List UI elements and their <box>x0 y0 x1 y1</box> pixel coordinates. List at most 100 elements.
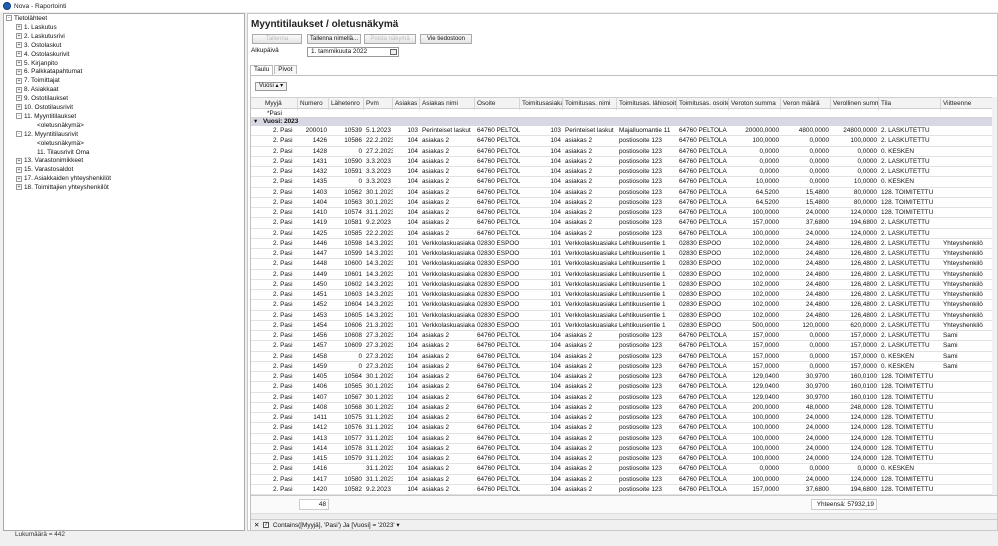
tree-item[interactable]: +5. Kirjanpito <box>16 60 58 69</box>
table-row[interactable]: 2. Pasi 1435 0 3.3.2023 104 asiakas 2 64760 PE… <box>251 177 997 188</box>
filter-dropdown-icon[interactable]: ▾ <box>396 522 399 529</box>
table-row[interactable]: 2. Pasi 1456 10608 27.3.2023 104 asiakas 2 647… <box>251 331 997 342</box>
table-row[interactable]: 2. Pasi 1412 10576 31.1.2023 104 asiakas 2 647… <box>251 423 997 434</box>
table-row[interactable]: 2. Pasi 1453 10605 14.3.2023 101 Verkkolaskua… <box>251 311 997 321</box>
table-row[interactable]: 2. Pasi 1451 10603 14.3.2023 101 Verkkolaskua… <box>251 290 997 301</box>
tree-item[interactable]: +1. Laskutus <box>16 24 57 33</box>
tree-item[interactable]: +17. Asiakkaiden yhteyshenkilöt <box>16 175 111 184</box>
filter-enabled-checkbox[interactable]: ✓ <box>263 522 270 529</box>
collapse-icon[interactable]: - <box>16 131 22 137</box>
collapse-icon[interactable]: - <box>16 113 22 120</box>
export-button[interactable]: Vie tiedostoon <box>420 34 472 44</box>
table-row[interactable]: 2. Pasi 1410 10574 31.1.2023 104 asiakas 2 647… <box>251 208 997 219</box>
table-cell: 0,0000 <box>759 147 779 155</box>
table-row[interactable]: 2. Pasi 1447 10599 14.3.2023 101 Verkkolaskua… <box>251 249 997 260</box>
table-row[interactable]: 2. Pasi 1416 31.1.2023 104 asiakas 2 64760 PE… <box>251 464 997 475</box>
tree-item[interactable]: +13. Varastonimikkeet <box>16 157 83 166</box>
table-row[interactable]: 2. Pasi 1419 10581 9.2.2023 104 asiakas 2 6476… <box>251 218 997 229</box>
tree-item[interactable]: +2. Laskutusrivi <box>16 33 65 42</box>
tree-item[interactable]: +10. Ostotilausrivit <box>16 104 73 113</box>
table-row[interactable]: 2. Pasi 1425 10585 22.2.2023 104 asiakas 2 647… <box>251 229 997 239</box>
collapse-icon[interactable]: - <box>6 15 12 22</box>
data-grid[interactable]: Vuosi ▴ ▾ Myyjä Numero Lähetenro Pvm Asiakas… <box>250 75 997 530</box>
table-row[interactable]: 2. Pasi 1457 10609 27.3.2023 104 asiakas 2 647… <box>251 341 997 352</box>
table-row[interactable]: 2. Pasi 1408 10568 30.1.2023 104 asiakas 2 647… <box>251 403 997 413</box>
tree-item[interactable]: +8. Asiakkaat <box>16 86 58 95</box>
clear-filter-icon[interactable]: ✕ <box>254 522 259 529</box>
tree-item-label: 11. Myyntitilaukset <box>24 112 77 120</box>
expand-group-icon[interactable]: ▾ <box>251 118 257 125</box>
tree-item[interactable]: +3. Ostolaskut <box>16 42 61 51</box>
expand-icon[interactable]: + <box>16 175 22 182</box>
expand-icon[interactable]: + <box>16 59 22 66</box>
table-row[interactable]: 2. Pasi 1414 10578 31.1.2023 104 asiakas 2 647… <box>251 444 997 454</box>
tree-item[interactable]: +6. Palkkatapahtumat <box>16 68 82 77</box>
tree-item[interactable]: -11. Myyntitilaukset <box>16 113 76 122</box>
group-by-vuosi[interactable]: Vuosi ▴ ▾ <box>255 82 288 91</box>
expand-icon[interactable]: + <box>16 86 22 93</box>
table-row[interactable]: 2. Pasi 1411 10575 31.1.2023 104 asiakas 2 647… <box>251 413 997 424</box>
table-row[interactable]: 2. Pasi 1458 0 27.3.2023 104 asiakas 2 64760 P… <box>251 352 997 362</box>
table-row[interactable]: 2. Pasi 1446 10598 14.3.2023 101 Verkkolaskua… <box>251 239 997 249</box>
table-row[interactable]: 2. Pasi 1403 10562 30.1.2023 104 asiakas 2 647… <box>251 188 997 198</box>
table-row[interactable]: 2. Pasi 1417 10580 31.1.2023 104 asiakas 2 647… <box>251 475 997 485</box>
start-date-picker[interactable]: 1. tammikuuta 2022 <box>307 47 399 57</box>
tree-item[interactable]: +15. Varastosaldot <box>16 166 73 175</box>
expand-icon[interactable]: + <box>16 166 22 173</box>
data-source-tree[interactable]: - Tietolähteet +1. Laskutus +2. Laskutusri… <box>3 13 245 531</box>
expand-icon[interactable]: + <box>16 95 22 102</box>
table-row[interactable]: 2. Pasi 1426 10586 22.2.2023 104 asiakas 2 647… <box>251 136 997 147</box>
filter-dropdown-icon[interactable]: ▾ <box>280 83 283 89</box>
table-row[interactable]: 2. Pasi 1406 10565 30.1.2023 104 asiakas 2 647… <box>251 382 997 393</box>
tree-item[interactable]: +4. Ostolaskurivit <box>16 51 69 60</box>
tab-pivot[interactable]: Pivot <box>274 65 297 74</box>
expand-icon[interactable]: + <box>16 24 22 31</box>
tree-item[interactable]: +7. Toimittajat <box>16 77 60 86</box>
tree-item[interactable]: <oletusnäkymä> <box>29 122 84 131</box>
table-cell: 1449 <box>312 270 327 278</box>
table-row[interactable]: 2. Pasi 1407 10567 30.1.2023 104 asiakas 2 647… <box>251 393 997 403</box>
table-row[interactable]: 2. Pasi 1454 10606 21.3.2023 101 Verkkolaskua… <box>251 321 997 331</box>
table-row[interactable]: 2. Pasi 1428 0 27.2.2023 104 asiakas 2 64760 P… <box>251 147 997 157</box>
save-button[interactable]: Tallenna <box>252 34 302 44</box>
table-row[interactable]: 2. Pasi 1452 10604 14.3.2023 101 Verkkolaskua… <box>251 300 997 311</box>
expand-icon[interactable]: + <box>16 50 22 57</box>
expand-icon[interactable]: + <box>16 77 22 84</box>
tree-item[interactable]: <oletusnäkymä> <box>29 140 84 149</box>
table-row[interactable]: 2. Pasi 1420 10582 9.2.2023 104 asiakas 2 6476… <box>251 485 997 495</box>
table-row[interactable]: 2. Pasi 200010 10539 5.1.2023 103 Perinteiset… <box>251 126 997 137</box>
tree-item[interactable]: +18. Toimittajien yhteyshenkilöt <box>16 184 109 193</box>
table-row[interactable]: 2. Pasi 1404 10563 30.1.2023 104 asiakas 2 647… <box>251 198 997 208</box>
delete-view-button[interactable]: Poista näkymä <box>364 34 416 44</box>
table-row[interactable]: 2. Pasi 1415 10579 31.1.2023 104 asiakas 2 647… <box>251 454 997 465</box>
table-row[interactable]: 2. Pasi 1432 10591 3.3.2023 104 asiakas 2 6476… <box>251 167 997 178</box>
table-row[interactable]: 2. Pasi 1405 10564 30.1.2023 104 asiakas 2 647… <box>251 372 997 383</box>
expand-icon[interactable]: + <box>16 184 22 191</box>
tree-item[interactable]: +9. Ostotilaukset <box>16 95 68 104</box>
save-as-button[interactable]: Tallenna nimellä... <box>307 34 361 44</box>
tree-item[interactable]: 11. Tilausrivit Oma <box>29 149 89 158</box>
expand-icon[interactable]: + <box>16 104 22 111</box>
table-cell: 27.2.2023 <box>366 147 393 155</box>
expand-icon[interactable]: + <box>16 68 22 75</box>
group-row[interactable]: ▾ Vuosi: 2023 <box>251 118 997 126</box>
table-cell: 2. Pasi <box>273 373 293 380</box>
table-cell: 101 <box>550 260 561 268</box>
expand-icon[interactable]: + <box>16 42 22 48</box>
tree-item[interactable]: -12. Myyntitilausrivit <box>16 131 78 140</box>
calendar-icon[interactable] <box>390 49 397 55</box>
table-row[interactable]: 2. Pasi 1448 10600 14.3.2023 101 Verkkolaskua… <box>251 259 997 270</box>
tree-root[interactable]: - Tietolähteet <box>6 15 47 24</box>
filter-row[interactable]: *Pasi <box>251 109 997 118</box>
table-row[interactable]: 2. Pasi 1459 0 27.3.2023 104 asiakas 2 64760 P… <box>251 362 997 372</box>
tab-taulu[interactable]: Taulu <box>250 65 274 75</box>
table-cell: 02830 ESPOO <box>477 270 520 278</box>
expand-icon[interactable]: + <box>16 33 22 40</box>
table-row[interactable]: 2. Pasi 1449 10601 14.3.2023 101 Verkkolaskua… <box>251 270 997 280</box>
table-row[interactable]: 2. Pasi 1431 10590 3.3.2023 104 asiakas 2 6476… <box>251 157 997 167</box>
table-row[interactable]: 2. Pasi 1450 10602 14.3.2023 101 Verkkolaskua… <box>251 280 997 290</box>
table-cell: 104 <box>550 188 561 196</box>
vertical-scrollbar[interactable] <box>992 97 997 495</box>
expand-icon[interactable]: + <box>16 157 22 164</box>
table-row[interactable]: 2. Pasi 1413 10577 31.1.2023 104 asiakas 2 647… <box>251 434 997 444</box>
